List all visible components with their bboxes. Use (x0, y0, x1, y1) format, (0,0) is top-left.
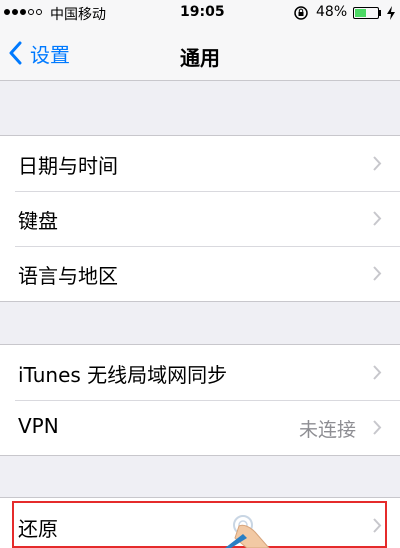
battery-icon (353, 7, 379, 19)
settings-group-2: iTunes 无线局域网同步 VPN 未连接 (0, 344, 400, 456)
battery-tip (379, 10, 381, 16)
row-date-time[interactable]: 日期与时间 (0, 136, 400, 191)
row-language-region[interactable]: 语言与地区 (0, 246, 400, 301)
rotation-lock-icon (294, 6, 308, 20)
chevron-right-icon (373, 211, 382, 226)
status-time: 19:05 (180, 4, 225, 20)
settings-group-1: 日期与时间 键盘 语言与地区 (0, 135, 400, 302)
pointing-hand-icon (225, 515, 270, 548)
row-label: 语言与地区 (18, 264, 118, 288)
chevron-right-icon (373, 266, 382, 281)
signal-strength-icon (4, 9, 42, 15)
navigation-bar: 设置 通用 (0, 26, 400, 81)
highlight-box (12, 501, 387, 548)
battery-percentage: 48% (316, 4, 348, 20)
vpn-status: 未连接 (298, 419, 356, 441)
row-label: 日期与时间 (18, 154, 118, 178)
row-keyboard[interactable]: 键盘 (0, 191, 400, 246)
battery-level (355, 9, 366, 17)
chevron-right-icon (373, 365, 382, 380)
row-label: iTunes 无线局域网同步 (18, 363, 228, 387)
status-bar: 中国移动 19:05 48% (0, 0, 400, 26)
row-label: VPN (18, 414, 59, 438)
row-vpn[interactable]: VPN 未连接 (0, 400, 400, 455)
chevron-right-icon (373, 156, 382, 171)
chevron-right-icon (373, 420, 382, 435)
charging-icon (387, 6, 395, 20)
row-label: 键盘 (18, 209, 58, 233)
carrier-name: 中国移动 (50, 7, 106, 23)
row-itunes-wifi-sync[interactable]: iTunes 无线局域网同步 (0, 345, 400, 400)
page-title: 通用 (180, 46, 220, 70)
